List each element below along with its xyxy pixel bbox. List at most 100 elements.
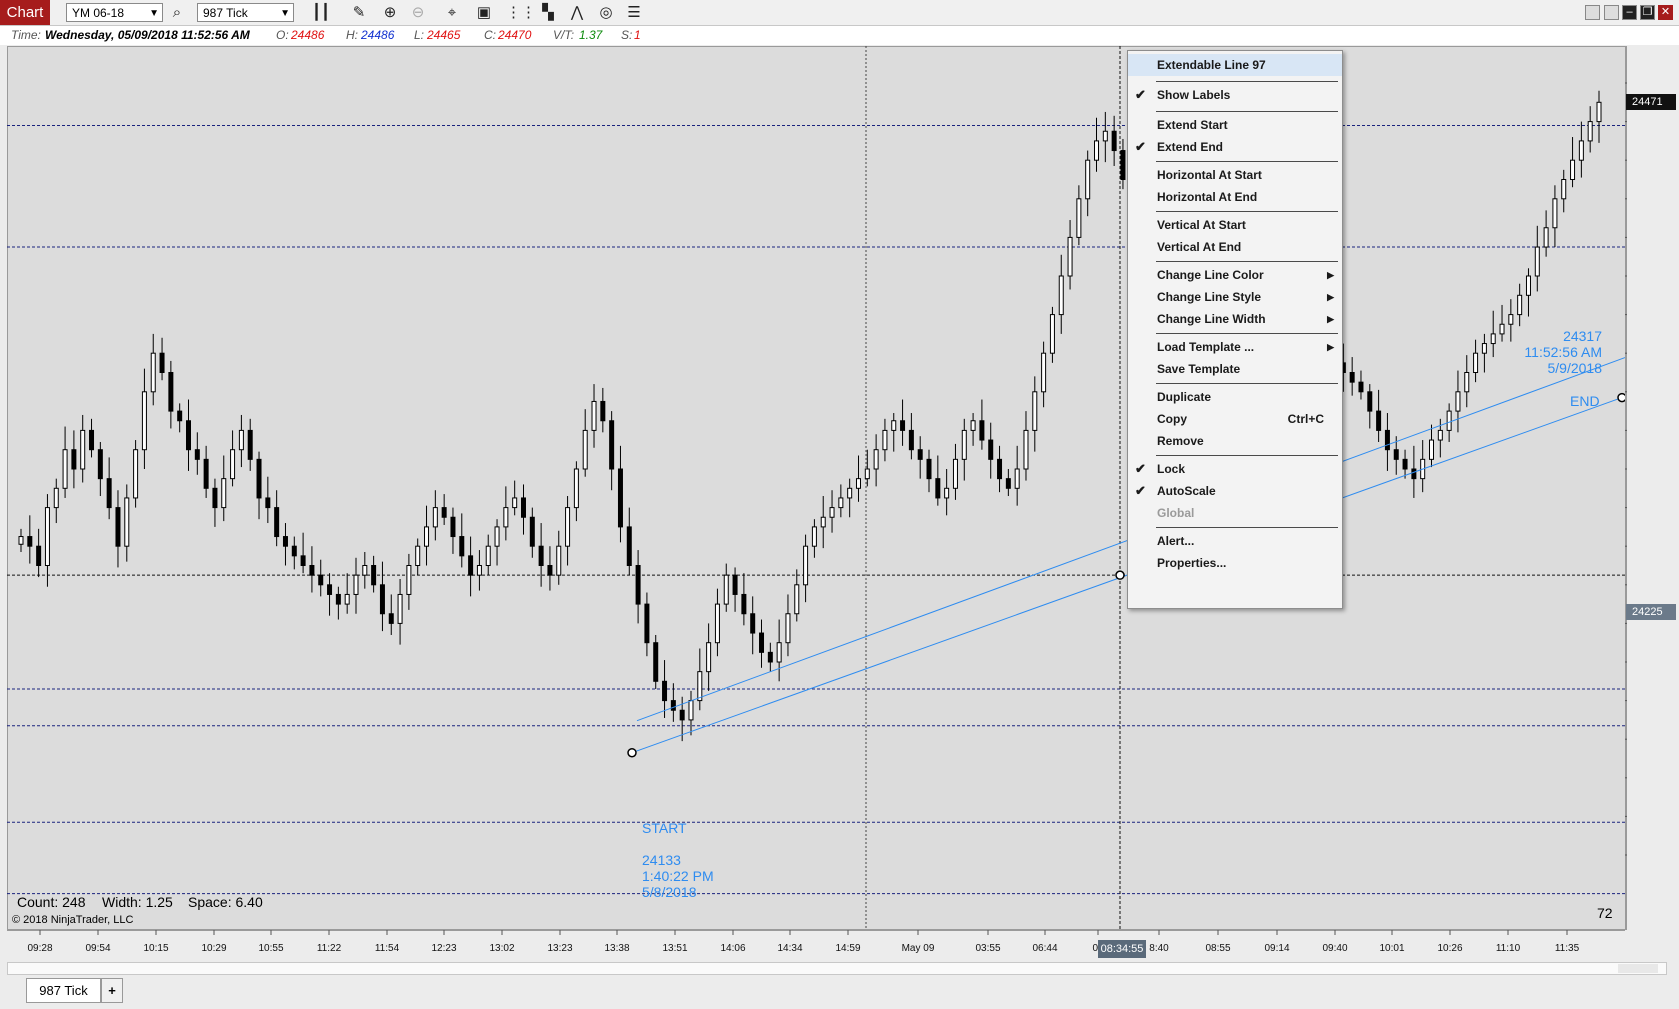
candle-body	[759, 632, 765, 653]
candle-body	[256, 458, 262, 499]
menu-item-remove[interactable]: Remove	[1128, 430, 1342, 452]
zoom-out-icon[interactable]: ⊖	[407, 3, 429, 23]
crosshair-icon[interactable]: ⌖	[441, 3, 463, 23]
menu-item-autoscale[interactable]: ✔ AutoScale	[1128, 480, 1342, 502]
menu-item-label: Vertical At Start	[1157, 218, 1246, 232]
candle-body	[556, 545, 562, 576]
close-value: 24470	[498, 28, 532, 42]
menu-item-lock[interactable]: ✔ Lock	[1128, 458, 1342, 480]
line-anchor-start[interactable]	[627, 747, 637, 758]
high-label: H:	[346, 28, 358, 42]
zoom-in-icon[interactable]: ⊕	[379, 3, 401, 23]
candle-body	[679, 709, 685, 721]
instrument-selector[interactable]: YM 06-18 ▼	[66, 3, 163, 22]
menu-item-properties[interactable]: Properties...	[1128, 552, 1342, 574]
menu-item-vertical-at-end[interactable]: Vertical At End	[1128, 236, 1342, 258]
x-tick-label: 10:01	[1379, 943, 1404, 954]
scrollbar-thumb[interactable]	[1618, 964, 1658, 973]
menu-item-horizontal-at-end[interactable]: Horizontal At End	[1128, 186, 1342, 208]
horizontal-scrollbar[interactable]	[7, 962, 1667, 975]
candle-body	[750, 613, 756, 634]
menu-item-copy[interactable]: Copy Ctrl+C	[1128, 408, 1342, 430]
candle-body	[644, 603, 650, 644]
candle-body	[230, 449, 236, 480]
x-tick-label: 13:51	[662, 943, 687, 954]
menu-separator	[1156, 161, 1338, 162]
line-anchor-mid[interactable]	[1115, 570, 1125, 580]
data-info-bar: Time: Wednesday, 05/09/2018 11:52:56 AM …	[0, 26, 1679, 45]
menu-item-change-line-color[interactable]: Change Line Color ▶	[1128, 264, 1342, 286]
refresh-icon[interactable]: ◎	[595, 3, 617, 23]
current-price-label: 24471	[1626, 94, 1676, 110]
candle-body	[124, 497, 130, 547]
interval-value: 987 Tick	[203, 6, 248, 20]
add-tab-button[interactable]: +	[101, 978, 123, 1003]
x-tick-label: 13:02	[489, 943, 514, 954]
data-box-icon[interactable]: ▣	[473, 3, 495, 23]
candle-body	[27, 536, 33, 547]
candle-body	[1120, 150, 1126, 181]
crosshair-price-label: 24225	[1626, 604, 1676, 620]
menu-item-load-template[interactable]: Load Template ... ▶	[1128, 336, 1342, 358]
price-axis-border	[1625, 46, 1627, 930]
price-chart[interactable]: 2448024460244402442024400243802436024340…	[7, 46, 1627, 976]
x-tick-label: 14:34	[777, 943, 802, 954]
search-icon[interactable]: ⌕	[166, 3, 188, 23]
candle-body	[838, 497, 844, 509]
end-info: 24317	[1552, 328, 1602, 344]
candle-body	[291, 545, 297, 557]
candle-body	[36, 545, 42, 567]
strategies-icon[interactable]: ▚	[537, 3, 559, 23]
menu-item-save-template[interactable]: Save Template	[1128, 358, 1342, 380]
drawing-tools-icon[interactable]: ⋀	[566, 3, 588, 23]
candle-body	[1111, 130, 1117, 152]
menu-item-show-labels[interactable]: ✔ Show Labels	[1128, 84, 1342, 106]
menu-item-label: Lock	[1157, 462, 1186, 476]
candle-body	[159, 352, 165, 374]
candle-body	[1473, 352, 1479, 374]
candle-body	[882, 429, 888, 451]
start-time: 1:40:22 PM	[642, 868, 714, 884]
x-tick-label: 09:28	[27, 943, 52, 954]
x-tick-label: 11:10	[1496, 943, 1521, 954]
close-icon[interactable]: ✕	[1658, 5, 1673, 20]
candle-body	[1005, 478, 1011, 489]
candle-body	[1596, 101, 1602, 123]
maximize-icon[interactable]: ❐	[1640, 5, 1655, 20]
candle-body	[617, 468, 623, 528]
candle-body	[265, 497, 271, 509]
submenu-arrow-icon: ▶	[1327, 314, 1334, 324]
candle-body	[53, 487, 59, 509]
menu-item-vertical-at-start[interactable]: Vertical At Start	[1128, 214, 1342, 236]
window-option-icon[interactable]	[1585, 5, 1600, 20]
x-tick-label: 09:54	[85, 943, 110, 954]
candle-body	[1384, 429, 1390, 451]
candle-body	[935, 478, 941, 499]
window-option2-icon[interactable]	[1604, 5, 1619, 20]
chevron-down-icon: ▼	[280, 8, 290, 19]
menu-item-horizontal-at-start[interactable]: Horizontal At Start	[1128, 164, 1342, 186]
candle-body	[1094, 140, 1100, 161]
menu-item-duplicate[interactable]: Duplicate	[1128, 386, 1342, 408]
menu-item-extend-start[interactable]: Extend Start	[1128, 114, 1342, 136]
menu-item-label: Horizontal At Start	[1157, 168, 1262, 182]
menu-item-extend-end[interactable]: ✔ Extend End	[1128, 136, 1342, 158]
candle-body	[1429, 439, 1435, 460]
menu-icon[interactable]: ☰	[623, 3, 645, 23]
pencil-icon[interactable]: ✎	[348, 3, 370, 23]
candle-body	[1437, 429, 1443, 441]
menu-separator	[1156, 527, 1338, 528]
candle-body	[1543, 227, 1549, 248]
menu-item-change-line-style[interactable]: Change Line Style ▶	[1128, 286, 1342, 308]
menu-item-alert[interactable]: Alert...	[1128, 530, 1342, 552]
interval-selector[interactable]: 987 Tick ▼	[197, 3, 294, 22]
menu-item-change-line-width[interactable]: Change Line Width ▶	[1128, 308, 1342, 330]
checkmark-icon: ✔	[1135, 461, 1146, 476]
bars-icon[interactable]: ┃┃	[310, 3, 332, 23]
indicators-icon[interactable]: ⋮⋮	[506, 3, 536, 23]
x-tick-label: 09:14	[1264, 943, 1289, 954]
candle-body	[1367, 391, 1373, 412]
line-anchor-end[interactable]	[1617, 392, 1627, 403]
minimize-icon[interactable]: –	[1622, 5, 1637, 20]
tab-987-tick[interactable]: 987 Tick	[26, 978, 101, 1003]
